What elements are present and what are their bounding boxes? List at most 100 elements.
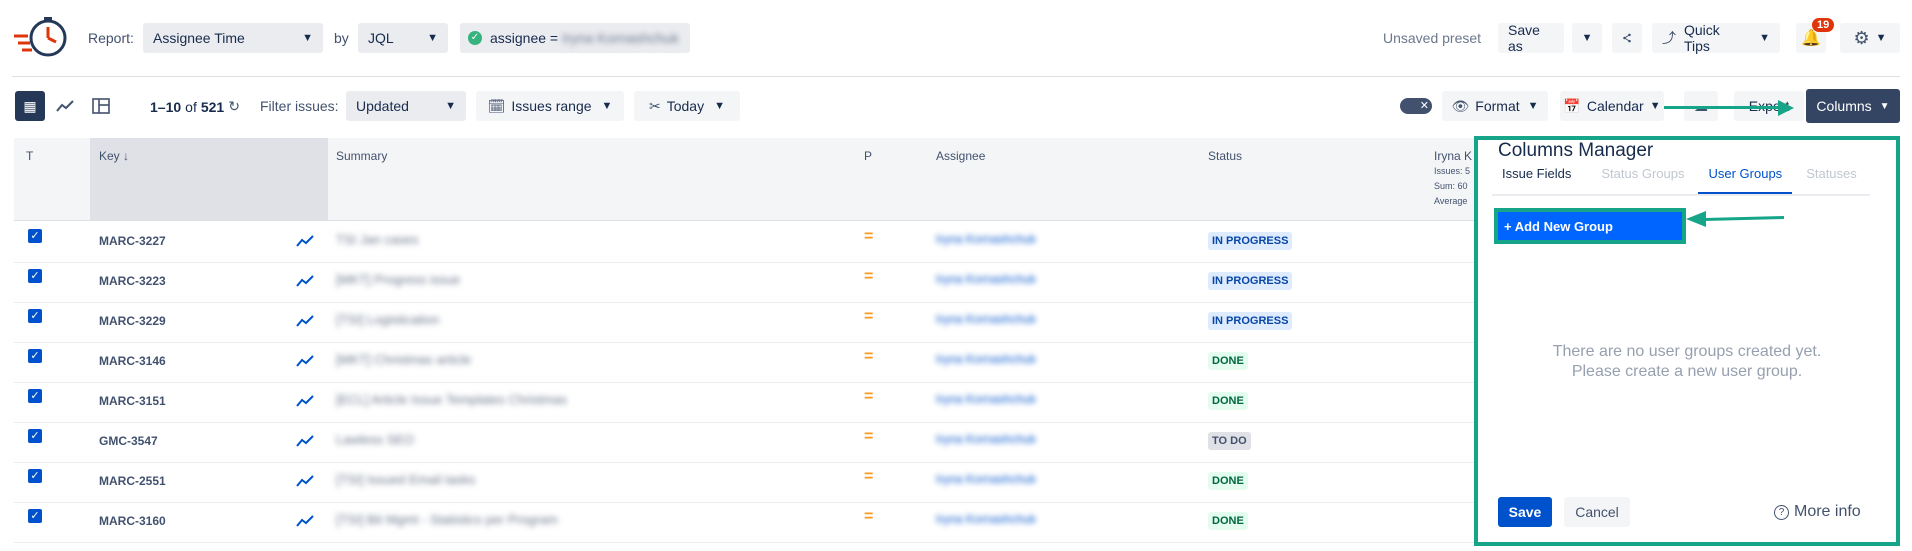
total-count: 521	[200, 98, 225, 115]
status-badge: IN PROGRESS	[1208, 312, 1293, 330]
row-checkbox[interactable]: ✓	[28, 229, 42, 243]
issue-summary[interactable]: [TSI] Issued Email tasks	[336, 472, 475, 487]
table-row[interactable]: ✓ MARC-3160 [TSI] Bit Mgmt - Statistics pe…	[14, 502, 1474, 543]
issue-summary[interactable]: [ECL] Article Issue Templates Christmas	[336, 392, 567, 407]
columns-button[interactable]: Columns ▼	[1806, 89, 1900, 123]
format-button[interactable]: 👁 Format ▼	[1442, 91, 1548, 121]
col-header-summary[interactable]: Summary	[336, 149, 387, 163]
save-options-button[interactable]: ▼	[1572, 23, 1602, 53]
issue-assignee[interactable]: Iryna Kornashchuk	[936, 312, 1036, 326]
issue-assignee[interactable]: Iryna Kornashchuk	[936, 472, 1036, 486]
chart-view-button[interactable]	[50, 91, 80, 121]
grid-icon: ▦	[23, 97, 37, 114]
cancel-button[interactable]: Cancel	[1564, 497, 1630, 527]
trend-chart-icon[interactable]	[296, 394, 314, 408]
issue-summary[interactable]: [MKT] Christmas article	[336, 352, 471, 367]
row-checkbox[interactable]: ✓	[28, 269, 42, 283]
issue-summary[interactable]: [MKT] Progress issue	[336, 272, 460, 287]
tab-status-groups[interactable]: Status Groups	[1591, 166, 1694, 194]
issues-range-button[interactable]: 🗓 Issues range ▼	[476, 91, 624, 121]
more-info-link[interactable]: ? More info	[1774, 503, 1861, 521]
jql-filter-chip[interactable]: ✓ assignee = Iryna Kornashchuk	[460, 23, 690, 53]
app-logo-icon	[14, 17, 67, 57]
col-header-assignee[interactable]: Assignee	[936, 149, 985, 163]
user-column-issues: Issues: 5	[1434, 166, 1471, 176]
today-button[interactable]: ✂ Today ▼	[634, 91, 740, 121]
col-header-priority[interactable]: P	[864, 149, 872, 163]
row-checkbox[interactable]: ✓	[28, 469, 42, 483]
row-checkbox[interactable]: ✓	[28, 309, 42, 323]
jql-filter-text: assignee =	[490, 30, 559, 46]
issue-assignee[interactable]: Iryna Kornashchuk	[936, 272, 1036, 286]
toggle-switch[interactable]: ✕	[1400, 98, 1432, 114]
row-checkbox[interactable]: ✓	[28, 389, 42, 403]
trend-chart-icon[interactable]	[296, 314, 314, 328]
issue-assignee[interactable]: Iryna Kornashchuk	[936, 392, 1036, 406]
table-row[interactable]: ✓ MARC-3229 [TSI] Logistication = Iryna Korn…	[14, 302, 1474, 343]
issue-assignee[interactable]: Iryna Kornashchuk	[936, 352, 1036, 366]
issue-summary[interactable]: Lawless SEO	[336, 432, 414, 447]
layout-view-button[interactable]	[86, 91, 116, 121]
issue-assignee[interactable]: Iryna Kornashchuk	[936, 232, 1036, 246]
table-row[interactable]: ✓ MARC-3227 TSI Jan cases = Iryna Kornashchu…	[14, 222, 1474, 263]
col-header-key[interactable]: Key ↓	[99, 149, 129, 163]
issue-summary[interactable]: [TSI] Bit Mgmt - Statistics per Program	[336, 512, 558, 527]
table-row[interactable]: ✓ MARC-3223 [MKT] Progress issue = Iryna Kor…	[14, 262, 1474, 303]
issue-key[interactable]: MARC-3227	[99, 234, 166, 248]
trend-chart-icon[interactable]	[296, 474, 314, 488]
notification-badge: 19	[1812, 18, 1835, 32]
issue-key[interactable]: MARC-3146	[99, 354, 166, 368]
user-column-header[interactable]: Iryna K Issues: 5 Sum: 60 Average	[1434, 149, 1472, 209]
issue-summary[interactable]: [TSI] Logistication	[336, 312, 439, 327]
report-type-select[interactable]: Assignee Time ▼	[143, 23, 323, 53]
status-badge: DONE	[1208, 392, 1248, 410]
tab-issue-fields[interactable]: Issue Fields	[1492, 166, 1581, 194]
add-new-group-button[interactable]: + Add New Group	[1498, 212, 1682, 240]
table-row[interactable]: ✓ GMC-3547 Lawless SEO = Iryna Kornashchuk TO…	[14, 422, 1474, 463]
col-header-t[interactable]: T	[26, 149, 33, 163]
issue-assignee[interactable]: Iryna Kornashchuk	[936, 512, 1036, 526]
priority-medium-icon: =	[864, 468, 874, 485]
grid-view-button[interactable]: ▦	[15, 91, 45, 121]
settings-button[interactable]: ⚙ ▼	[1840, 23, 1900, 53]
calendar-button[interactable]: 📅 Calendar ▼	[1560, 91, 1664, 121]
table-row[interactable]: ✓ MARC-3146 [MKT] Christmas article = Iryna …	[14, 342, 1474, 383]
issue-key[interactable]: MARC-3223	[99, 274, 166, 288]
row-checkbox[interactable]: ✓	[28, 509, 42, 523]
table-row[interactable]: ✓ MARC-3151 [ECL] Article Issue Templates …	[14, 382, 1474, 423]
source-select[interactable]: JQL ▼	[358, 23, 448, 53]
refresh-icon[interactable]: ↻	[228, 98, 240, 115]
row-checkbox[interactable]: ✓	[28, 429, 42, 443]
filter-issues-select[interactable]: Updated ▼	[346, 91, 466, 121]
issue-assignee[interactable]: Iryna Kornashchuk	[936, 432, 1036, 446]
priority-medium-icon: =	[864, 268, 874, 285]
chevron-down-icon: ▼	[1879, 100, 1890, 112]
share-button[interactable]	[1612, 23, 1642, 53]
calendar-clock-icon: 🗓	[487, 97, 506, 114]
trend-chart-icon[interactable]	[296, 354, 314, 368]
save-button[interactable]: Save	[1498, 497, 1552, 527]
trend-chart-icon[interactable]	[296, 514, 314, 528]
col-header-status[interactable]: Status	[1208, 149, 1242, 163]
issue-key[interactable]: MARC-2551	[99, 474, 166, 488]
quick-tips-button[interactable]: ⤴ Quick Tips ▼	[1652, 22, 1780, 54]
row-checkbox[interactable]: ✓	[28, 349, 42, 363]
issue-key[interactable]: MARC-3160	[99, 514, 166, 528]
status-badge: DONE	[1208, 512, 1248, 530]
layout-icon	[92, 98, 110, 114]
source-value: JQL	[368, 30, 394, 46]
table-row[interactable]: ✓ MARC-2551 [TSI] Issued Email tasks = Iryna…	[14, 462, 1474, 503]
issue-summary[interactable]: TSI Jan cases	[336, 232, 418, 247]
trend-chart-icon[interactable]	[296, 274, 314, 288]
tab-user-groups[interactable]: User Groups	[1698, 166, 1793, 194]
issue-key[interactable]: GMC-3547	[99, 434, 158, 448]
trend-chart-icon[interactable]	[296, 234, 314, 248]
tab-statuses[interactable]: Statuses	[1796, 166, 1867, 194]
chevron-down-icon: ▼	[1875, 32, 1887, 44]
issue-key[interactable]: MARC-3229	[99, 314, 166, 328]
trend-chart-icon[interactable]	[296, 434, 314, 448]
save-as-button[interactable]: Save as	[1498, 22, 1564, 54]
unsaved-preset-label: Unsaved preset	[1383, 30, 1482, 46]
status-badge: DONE	[1208, 352, 1248, 370]
issue-key[interactable]: MARC-3151	[99, 394, 166, 408]
